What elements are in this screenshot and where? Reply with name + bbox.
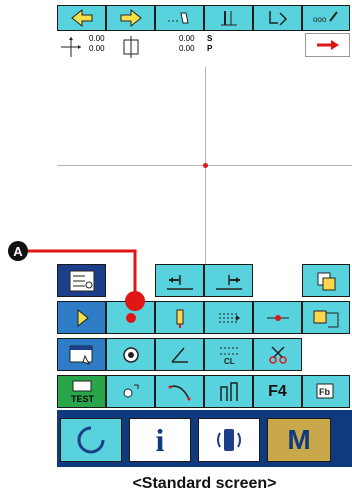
callout-a-label: A [13,243,23,259]
screen-caption: <Standard screen> [132,475,277,492]
callout-a-badge: A [8,241,28,261]
callout-lines [22,249,145,311]
